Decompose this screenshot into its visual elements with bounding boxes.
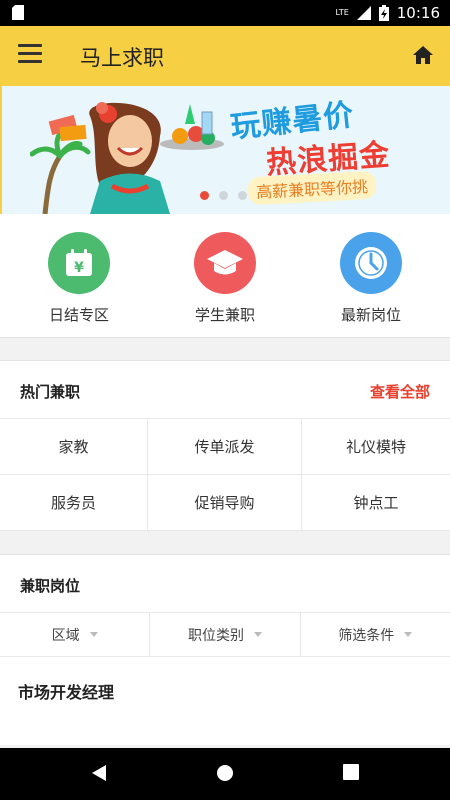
menu-icon[interactable] <box>18 44 42 68</box>
category-label: 最新岗位 <box>340 306 401 324</box>
hot-jobs-grid: 家教 传单派发 礼仪模特 服务员 促销导购 钟点工 <box>0 419 450 531</box>
filter-conditions[interactable]: 筛选条件 <box>301 613 450 656</box>
page-title: 马上求职 <box>80 46 164 70</box>
signal-icon <box>356 6 371 20</box>
hot-job-item[interactable]: 钟点工 <box>302 475 450 531</box>
chevron-down-icon <box>89 632 98 637</box>
hot-job-item[interactable]: 礼仪模特 <box>302 419 450 475</box>
status-bar: LTE 10:16 <box>0 0 450 26</box>
carousel-dot[interactable] <box>200 191 209 200</box>
filter-region[interactable]: 区域 <box>0 613 151 656</box>
category-latest[interactable]: 最新岗位 <box>296 232 446 325</box>
chevron-down-icon <box>404 632 413 637</box>
chevron-down-icon <box>253 632 262 637</box>
section-title: 兼职岗位 <box>20 577 81 595</box>
job-list-item[interactable]: 市场开发经理 <box>0 657 450 745</box>
clock-icon <box>340 232 402 294</box>
banner-edge <box>0 86 2 214</box>
sd-card-icon <box>12 5 24 20</box>
banner-tagline: 高薪兼职等你挑 <box>247 170 377 206</box>
filter-category[interactable]: 职位类别 <box>150 613 301 656</box>
battery-charging-icon <box>378 5 389 21</box>
section-header: 兼职岗位 <box>0 555 450 613</box>
category-shortcuts: ¥ 日结专区 学生兼职 最新岗位 <box>0 214 450 338</box>
filter-label: 职位类别 <box>187 627 244 644</box>
calendar-yen-icon: ¥ <box>48 232 110 294</box>
filter-label: 区域 <box>51 627 80 644</box>
promo-banner[interactable]: 玩赚暑价 热浪掘金 高薪兼职等你挑 <box>0 86 450 214</box>
job-title: 市场开发经理 <box>18 683 115 702</box>
hot-job-item[interactable]: 促销导购 <box>148 475 302 531</box>
carousel-dot[interactable] <box>219 191 228 200</box>
job-positions-section: 兼职岗位 区域 职位类别 筛选条件 市场开发经理 <box>0 554 450 745</box>
home-nav-icon[interactable] <box>215 763 235 783</box>
app-bar: 马上求职 <box>0 26 450 86</box>
view-all-link[interactable]: 查看全部 <box>370 381 430 402</box>
filter-bar: 区域 职位类别 筛选条件 <box>0 613 450 657</box>
svg-text:¥: ¥ <box>74 260 84 276</box>
category-student[interactable]: 学生兼职 <box>150 232 300 325</box>
home-icon[interactable] <box>412 44 434 66</box>
hot-job-item[interactable]: 服务员 <box>0 475 148 531</box>
hot-job-item[interactable]: 传单派发 <box>148 419 302 475</box>
clock-time: 10:16 <box>396 4 440 22</box>
section-header: 热门兼职 查看全部 <box>0 361 450 419</box>
filter-label: 筛选条件 <box>338 627 395 644</box>
hot-jobs-section: 热门兼职 查看全部 家教 传单派发 礼仪模特 服务员 促销导购 钟点工 <box>0 360 450 531</box>
section-title: 热门兼职 <box>20 383 81 401</box>
carousel-indicator <box>200 191 247 200</box>
carousel-dot[interactable] <box>238 191 247 200</box>
recents-icon[interactable] <box>342 763 360 781</box>
back-icon[interactable] <box>90 763 108 783</box>
graduation-cap-icon <box>194 232 256 294</box>
category-label: 日结专区 <box>48 306 109 324</box>
network-type: LTE <box>335 8 349 17</box>
category-label: 学生兼职 <box>194 306 255 324</box>
system-nav-bar <box>0 748 450 800</box>
hot-job-item[interactable]: 家教 <box>0 419 148 475</box>
category-daily-pay[interactable]: ¥ 日结专区 <box>4 232 154 325</box>
